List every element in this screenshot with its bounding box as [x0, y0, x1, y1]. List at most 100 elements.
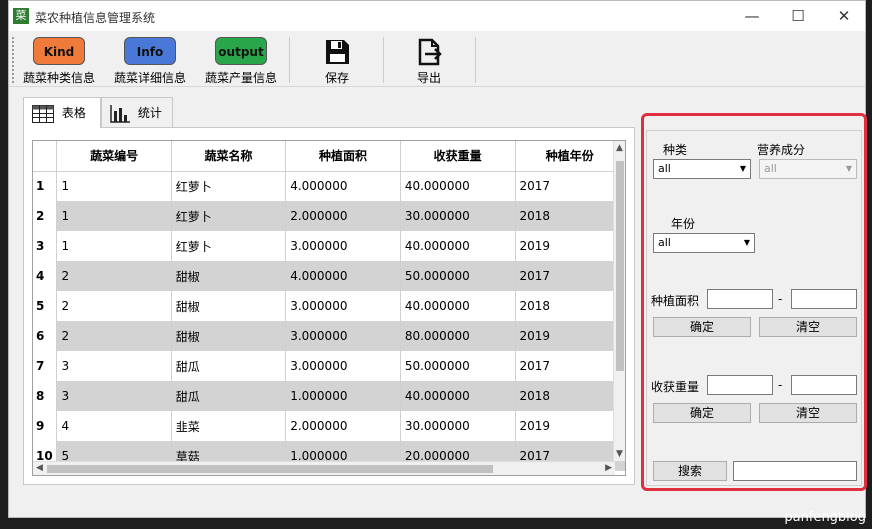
table-cell[interactable]: 2.000000: [285, 201, 401, 231]
weight-min-input[interactable]: [707, 375, 773, 395]
table-row[interactable]: 3 1 红萝卜 3.000000 40.000000 2019: [33, 231, 625, 261]
table-row[interactable]: 2 1 红萝卜 2.000000 30.000000 2018: [33, 201, 625, 231]
row-number[interactable]: 6: [33, 321, 58, 351]
table-cell[interactable]: 40.000000: [400, 171, 516, 201]
column-header[interactable]: 种植面积: [285, 141, 401, 172]
row-number[interactable]: 3: [33, 231, 58, 261]
table-cell[interactable]: 2019: [515, 321, 625, 351]
table-cell[interactable]: 红萝卜: [171, 171, 287, 201]
table-cell[interactable]: 韭菜: [171, 411, 287, 441]
table-cell[interactable]: 1: [56, 171, 172, 201]
table-cell[interactable]: 40.000000: [400, 291, 516, 321]
row-number[interactable]: 2: [33, 201, 58, 231]
weight-confirm-button[interactable]: 确定: [653, 403, 751, 423]
column-header[interactable]: 种植年份: [515, 141, 625, 172]
year-select[interactable]: all ▼: [653, 233, 755, 253]
table-cell[interactable]: 50.000000: [400, 261, 516, 291]
row-number[interactable]: 7: [33, 351, 58, 381]
row-number[interactable]: 8: [33, 381, 58, 411]
table-cell[interactable]: 红萝卜: [171, 231, 287, 261]
scroll-up-icon[interactable]: ▲: [616, 143, 623, 153]
weight-max-input[interactable]: [791, 375, 857, 395]
kind-info-button[interactable]: Kind 蔬菜种类信息: [21, 37, 97, 85]
table-cell[interactable]: 2018: [515, 291, 625, 321]
table-cell[interactable]: 甜椒: [171, 321, 287, 351]
toolbar-grip[interactable]: [12, 37, 14, 83]
table-cell[interactable]: 2017: [515, 171, 625, 201]
area-max-input[interactable]: [791, 289, 857, 309]
table-cell[interactable]: 30.000000: [400, 411, 516, 441]
save-button[interactable]: 保存: [309, 37, 365, 85]
vertical-scroll-thumb[interactable]: [616, 161, 624, 371]
corner-cell[interactable]: [33, 141, 58, 172]
area-min-input[interactable]: [707, 289, 773, 309]
table-cell[interactable]: 2018: [515, 201, 625, 231]
table-cell[interactable]: 30.000000: [400, 201, 516, 231]
table-row[interactable]: 9 4 韭菜 2.000000 30.000000 2019: [33, 411, 625, 441]
table-cell[interactable]: 2: [56, 261, 172, 291]
table-cell[interactable]: 2: [56, 321, 172, 351]
vertical-scrollbar[interactable]: ▲ ▼: [613, 141, 625, 461]
row-number[interactable]: 9: [33, 411, 58, 441]
close-button[interactable]: ✕: [821, 1, 867, 31]
column-header[interactable]: 收获重量: [400, 141, 516, 172]
tab-statistics[interactable]: 统计: [101, 97, 173, 128]
kind-select[interactable]: all ▼: [653, 159, 751, 179]
row-number[interactable]: 4: [33, 261, 58, 291]
horizontal-scrollbar[interactable]: ◀ ▶: [33, 461, 615, 475]
table-cell[interactable]: 2017: [515, 261, 625, 291]
scroll-left-icon[interactable]: ◀: [36, 463, 43, 473]
table-cell[interactable]: 2019: [515, 231, 625, 261]
table-cell[interactable]: 甜瓜: [171, 351, 287, 381]
export-button[interactable]: 导出: [401, 37, 457, 85]
column-header[interactable]: 蔬菜编号: [56, 141, 172, 172]
table-cell[interactable]: 3: [56, 381, 172, 411]
table-cell[interactable]: 40.000000: [400, 231, 516, 261]
tab-table[interactable]: 表格: [23, 97, 101, 128]
table-cell[interactable]: 3.000000: [285, 291, 401, 321]
table-cell[interactable]: 甜椒: [171, 291, 287, 321]
table-cell[interactable]: 3.000000: [285, 321, 401, 351]
table-cell[interactable]: 80.000000: [400, 321, 516, 351]
table-cell[interactable]: 1: [56, 201, 172, 231]
table-cell[interactable]: 4.000000: [285, 171, 401, 201]
column-header[interactable]: 蔬菜名称: [171, 141, 287, 172]
area-clear-button[interactable]: 清空: [759, 317, 857, 337]
area-confirm-button[interactable]: 确定: [653, 317, 751, 337]
table-row[interactable]: 6 2 甜椒 3.000000 80.000000 2019: [33, 321, 625, 351]
table-row[interactable]: 4 2 甜椒 4.000000 50.000000 2017: [33, 261, 625, 291]
table-row[interactable]: 1 1 红萝卜 4.000000 40.000000 2017: [33, 171, 625, 201]
table-row[interactable]: 8 3 甜瓜 1.000000 40.000000 2018: [33, 381, 625, 411]
table-cell[interactable]: 甜瓜: [171, 381, 287, 411]
table-cell[interactable]: 4.000000: [285, 261, 401, 291]
minimize-button[interactable]: —: [729, 1, 775, 31]
table-cell[interactable]: 2019: [515, 411, 625, 441]
table-cell[interactable]: 50.000000: [400, 351, 516, 381]
horizontal-scroll-thumb[interactable]: [47, 465, 493, 473]
scroll-down-icon[interactable]: ▼: [616, 449, 623, 459]
search-button[interactable]: 搜索: [653, 461, 727, 481]
table-cell[interactable]: 2.000000: [285, 411, 401, 441]
row-number[interactable]: 1: [33, 171, 58, 201]
table-cell[interactable]: 3: [56, 351, 172, 381]
table-cell[interactable]: 2018: [515, 381, 625, 411]
table-row[interactable]: 5 2 甜椒 3.000000 40.000000 2018: [33, 291, 625, 321]
table-cell[interactable]: 2017: [515, 351, 625, 381]
table-cell[interactable]: 40.000000: [400, 381, 516, 411]
table-cell[interactable]: 甜椒: [171, 261, 287, 291]
table-cell[interactable]: 红萝卜: [171, 201, 287, 231]
table-cell[interactable]: 1.000000: [285, 381, 401, 411]
scroll-right-icon[interactable]: ▶: [605, 463, 612, 473]
search-input[interactable]: [733, 461, 857, 481]
detail-info-button[interactable]: Info 蔬菜详细信息: [112, 37, 188, 85]
table-cell[interactable]: 3.000000: [285, 231, 401, 261]
weight-clear-button[interactable]: 清空: [759, 403, 857, 423]
table-row[interactable]: 7 3 甜瓜 3.000000 50.000000 2017: [33, 351, 625, 381]
table-cell[interactable]: 4: [56, 411, 172, 441]
table-cell[interactable]: 2: [56, 291, 172, 321]
output-info-button[interactable]: output 蔬菜产量信息: [203, 37, 279, 85]
maximize-button[interactable]: ☐: [775, 1, 821, 31]
table-cell[interactable]: 1: [56, 231, 172, 261]
table-cell[interactable]: 3.000000: [285, 351, 401, 381]
row-number[interactable]: 5: [33, 291, 58, 321]
